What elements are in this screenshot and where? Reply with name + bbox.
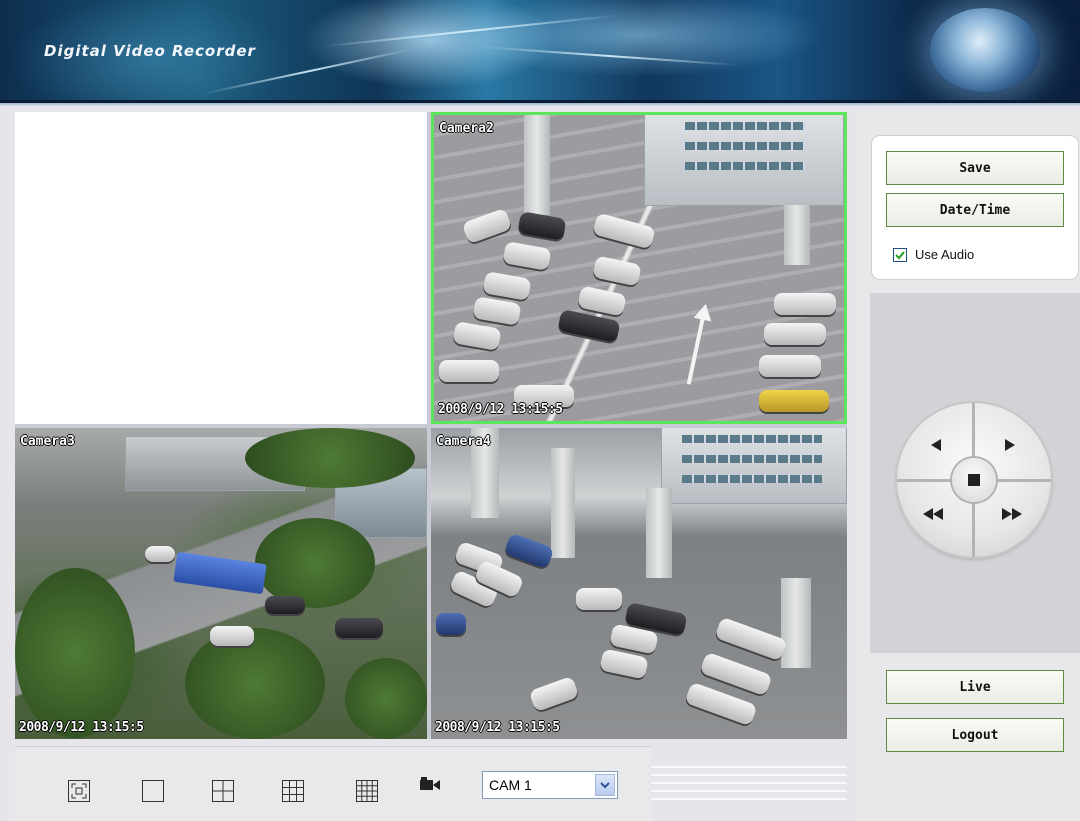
tree	[15, 568, 135, 738]
single-view-icon[interactable]	[141, 779, 165, 803]
car	[436, 613, 466, 635]
bus	[173, 551, 267, 595]
banner-streak	[480, 45, 740, 67]
car	[599, 648, 649, 680]
car	[714, 616, 788, 662]
car	[452, 321, 502, 351]
globe-logo	[930, 8, 1040, 92]
use-audio-label: Use Audio	[915, 247, 975, 262]
pillar	[784, 205, 810, 265]
stop-button[interactable]	[952, 458, 996, 502]
use-audio-checkbox[interactable]	[893, 247, 907, 262]
car	[335, 618, 383, 638]
camera-timestamp: 2008/9/12 13:15:5	[19, 720, 144, 735]
car	[592, 212, 656, 250]
road-arrow	[686, 315, 706, 385]
fast-forward-icon[interactable]	[1001, 506, 1023, 525]
car	[503, 532, 555, 570]
pillar	[551, 448, 575, 558]
nine-view-icon[interactable]	[281, 779, 305, 803]
car	[774, 293, 836, 315]
car	[759, 355, 821, 377]
building-windows	[682, 435, 822, 443]
car	[528, 675, 580, 713]
video-grid: Camera2 2008/9/12 13:15:5 Camera3 2008/9…	[15, 112, 847, 739]
playback-control-pad	[897, 403, 1051, 557]
banner-streak	[320, 14, 620, 48]
tree	[245, 428, 415, 488]
car	[592, 255, 642, 287]
car	[517, 211, 567, 241]
view-toolbar: CAM 1	[15, 746, 651, 821]
tree	[185, 628, 325, 739]
car	[439, 360, 499, 382]
car	[576, 588, 622, 610]
fullscreen-icon[interactable]	[67, 779, 91, 803]
pillar	[781, 578, 811, 668]
app-title: Digital Video Recorder	[44, 42, 256, 60]
camera-icon[interactable]	[418, 773, 442, 797]
step-back-icon[interactable]	[929, 437, 943, 456]
play-icon[interactable]	[1003, 437, 1017, 456]
car	[764, 323, 826, 345]
pillar	[524, 115, 550, 215]
camera-select-value: CAM 1	[489, 777, 532, 793]
camera-view-2[interactable]: Camera2 2008/9/12 13:15:5	[431, 112, 847, 424]
rewind-icon[interactable]	[922, 506, 944, 525]
live-button[interactable]: Live	[886, 670, 1064, 704]
header-banner: Digital Video Recorder	[0, 0, 1080, 100]
save-button[interactable]: Save	[886, 151, 1064, 185]
camera-label: Camera2	[439, 121, 494, 136]
tree	[345, 658, 427, 739]
stop-icon	[968, 474, 980, 486]
logout-button[interactable]: Logout	[886, 718, 1064, 752]
building-windows	[682, 455, 822, 463]
datetime-button[interactable]: Date/Time	[886, 193, 1064, 227]
dvr-app: Digital Video Recorder Camera2 2008/9/12…	[0, 0, 1080, 821]
camera-view-4[interactable]: Camera4 2008/9/12 13:15:5	[431, 428, 847, 739]
camera-view-3[interactable]: Camera3 2008/9/12 13:15:5	[15, 428, 427, 739]
car	[482, 271, 532, 301]
building-windows	[685, 122, 805, 130]
camera-label: Camera4	[436, 434, 491, 449]
camera-timestamp: 2008/9/12 13:15:5	[438, 402, 563, 417]
building	[644, 115, 844, 206]
quad-view-icon[interactable]	[211, 779, 235, 803]
car	[461, 207, 513, 245]
sixteen-view-icon[interactable]	[355, 779, 379, 803]
building-windows	[685, 162, 805, 170]
chevron-down-icon[interactable]	[595, 774, 615, 796]
tree	[255, 518, 375, 608]
car	[759, 390, 829, 412]
pillar	[646, 488, 672, 578]
camera-label: Camera3	[20, 434, 75, 449]
camera-timestamp: 2008/9/12 13:15:5	[435, 720, 560, 735]
camera-select[interactable]: CAM 1	[482, 771, 618, 799]
car	[145, 546, 175, 562]
use-audio-option[interactable]: Use Audio	[893, 247, 974, 262]
header-divider	[0, 100, 1080, 106]
car	[472, 296, 522, 326]
building-windows	[682, 475, 822, 483]
toolbar-decoration	[651, 760, 847, 800]
car	[265, 596, 305, 614]
building	[661, 428, 847, 504]
car	[502, 241, 552, 271]
car	[210, 626, 254, 646]
car	[577, 285, 627, 317]
building-windows	[685, 142, 805, 150]
camera-view-1[interactable]	[15, 112, 427, 424]
